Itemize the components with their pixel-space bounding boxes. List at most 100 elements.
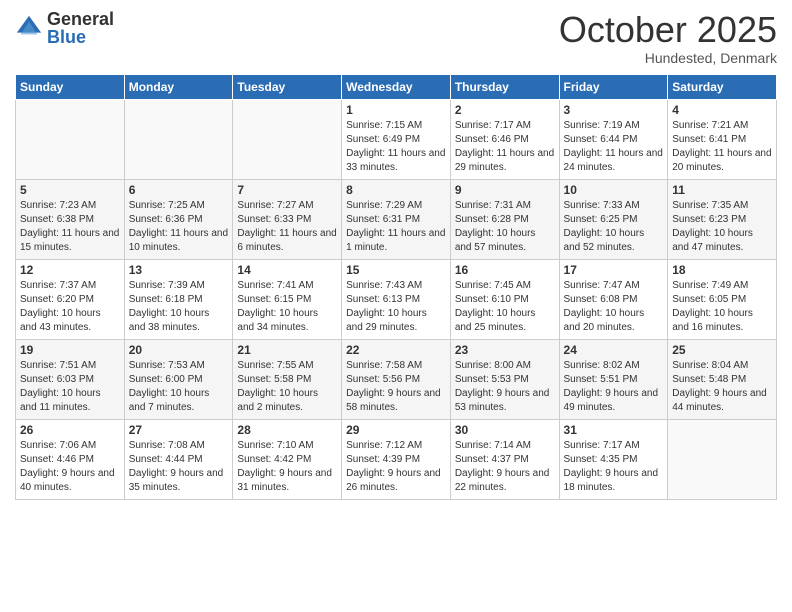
day-number: 3 [564,103,664,117]
header-thursday: Thursday [450,74,559,99]
day-number: 28 [237,423,337,437]
calendar-week-row: 12 Sunrise: 7:37 AMSunset: 6:20 PMDayligh… [16,259,777,339]
header-friday: Friday [559,74,668,99]
location-subtitle: Hundested, Denmark [559,50,777,66]
day-info: Sunrise: 7:17 AMSunset: 4:35 PMDaylight:… [564,439,664,495]
calendar-cell: 23Sunrise: 8:00 AMSunset: 5:53 PMDayligh… [450,339,559,419]
day-number: 11 [672,183,772,197]
weekday-header-row: Sunday Monday Tuesday Wednesday Thursday… [16,74,777,99]
day-info: Sunrise: 7:27 AMSunset: 6:33 PMDaylight:… [237,199,337,255]
calendar-cell: 26Sunrise: 7:06 AMSunset: 4:46 PMDayligh… [16,419,125,499]
calendar-cell: 29 Sunrise: 7:12 AMSunset: 4:39 PMDayligh… [342,419,451,499]
calendar-cell [233,99,342,179]
day-info: Sunrise: 8:04 AMSunset: 5:48 PMDaylight:… [672,359,772,415]
calendar-cell: 16Sunrise: 7:45 AMSunset: 6:10 PMDayligh… [450,259,559,339]
day-info: Sunrise: 7:39 AMSunset: 6:18 PMDaylight:… [129,279,229,335]
day-number: 30 [455,423,555,437]
day-info: Sunrise: 7:23 AMSunset: 6:38 PMDaylight:… [20,199,120,255]
day-info: Sunrise: 7:08 AMSunset: 4:44 PMDaylight:… [129,439,229,495]
calendar-cell: 22 Sunrise: 7:58 AMSunset: 5:56 PMDayligh… [342,339,451,419]
day-info: Sunrise: 8:00 AMSunset: 5:53 PMDaylight:… [455,359,555,415]
calendar-cell [668,419,777,499]
header-sunday: Sunday [16,74,125,99]
day-info: Sunrise: 7:51 AMSunset: 6:03 PMDaylight:… [20,359,120,415]
calendar-cell: 5Sunrise: 7:23 AMSunset: 6:38 PMDaylight… [16,179,125,259]
calendar-cell: 25 Sunrise: 8:04 AMSunset: 5:48 PMDayligh… [668,339,777,419]
month-title: October 2025 [559,10,777,50]
day-info: Sunrise: 7:47 AMSunset: 6:08 PMDaylight:… [564,279,664,335]
calendar-cell: 19 Sunrise: 7:51 AMSunset: 6:03 PMDayligh… [16,339,125,419]
logo-icon [15,14,43,42]
day-number: 29 [346,423,446,437]
calendar-cell: 11 Sunrise: 7:35 AMSunset: 6:23 PMDayligh… [668,179,777,259]
day-number: 20 [129,343,229,357]
calendar-table: Sunday Monday Tuesday Wednesday Thursday… [15,74,777,500]
day-info: Sunrise: 7:31 AMSunset: 6:28 PMDaylight:… [455,199,555,255]
calendar-cell: 9Sunrise: 7:31 AMSunset: 6:28 PMDaylight… [450,179,559,259]
calendar-cell: 21 Sunrise: 7:55 AMSunset: 5:58 PMDayligh… [233,339,342,419]
day-info: Sunrise: 7:29 AMSunset: 6:31 PMDaylight:… [346,199,446,255]
calendar-cell: 3Sunrise: 7:19 AMSunset: 6:44 PMDaylight… [559,99,668,179]
calendar-cell: 7 Sunrise: 7:27 AMSunset: 6:33 PMDaylight… [233,179,342,259]
day-info: Sunrise: 7:55 AMSunset: 5:58 PMDaylight:… [237,359,337,415]
day-number: 8 [346,183,446,197]
day-number: 17 [564,263,664,277]
logo-blue-text: Blue [47,28,114,46]
calendar-cell [16,99,125,179]
day-number: 1 [346,103,446,117]
calendar-cell: 30 Sunrise: 7:14 AMSunset: 4:37 PMDayligh… [450,419,559,499]
day-number: 15 [346,263,446,277]
day-info: Sunrise: 7:41 AMSunset: 6:15 PMDaylight:… [237,279,337,335]
day-info: Sunrise: 7:58 AMSunset: 5:56 PMDaylight:… [346,359,446,415]
day-number: 7 [237,183,337,197]
day-number: 24 [564,343,664,357]
day-info: Sunrise: 7:37 AMSunset: 6:20 PMDaylight:… [20,279,120,335]
day-number: 21 [237,343,337,357]
header-saturday: Saturday [668,74,777,99]
day-info: Sunrise: 7:49 AMSunset: 6:05 PMDaylight:… [672,279,772,335]
day-number: 14 [237,263,337,277]
day-info: Sunrise: 7:10 AMSunset: 4:42 PMDaylight:… [237,439,337,495]
day-info: Sunrise: 7:35 AMSunset: 6:23 PMDaylight:… [672,199,772,255]
calendar-cell: 12 Sunrise: 7:37 AMSunset: 6:20 PMDayligh… [16,259,125,339]
day-info: Sunrise: 7:45 AMSunset: 6:10 PMDaylight:… [455,279,555,335]
day-info: Sunrise: 7:43 AMSunset: 6:13 PMDaylight:… [346,279,446,335]
calendar-cell: 24Sunrise: 8:02 AMSunset: 5:51 PMDayligh… [559,339,668,419]
header-monday: Monday [124,74,233,99]
day-number: 22 [346,343,446,357]
header-wednesday: Wednesday [342,74,451,99]
calendar-week-row: 26Sunrise: 7:06 AMSunset: 4:46 PMDayligh… [16,419,777,499]
header: General Blue October 2025 Hundested, Den… [15,10,777,66]
day-info: Sunrise: 7:25 AMSunset: 6:36 PMDaylight:… [129,199,229,255]
day-number: 12 [20,263,120,277]
day-info: Sunrise: 7:06 AMSunset: 4:46 PMDaylight:… [20,439,120,495]
day-info: Sunrise: 7:14 AMSunset: 4:37 PMDaylight:… [455,439,555,495]
calendar-page: General Blue October 2025 Hundested, Den… [0,0,792,612]
day-number: 19 [20,343,120,357]
day-number: 31 [564,423,664,437]
logo-text: General Blue [47,10,114,46]
day-number: 2 [455,103,555,117]
calendar-cell: 20Sunrise: 7:53 AMSunset: 6:00 PMDayligh… [124,339,233,419]
day-info: Sunrise: 7:12 AMSunset: 4:39 PMDaylight:… [346,439,446,495]
calendar-cell: 17 Sunrise: 7:47 AMSunset: 6:08 PMDayligh… [559,259,668,339]
calendar-cell: 15 Sunrise: 7:43 AMSunset: 6:13 PMDayligh… [342,259,451,339]
day-number: 6 [129,183,229,197]
day-number: 18 [672,263,772,277]
day-number: 13 [129,263,229,277]
calendar-cell: 28 Sunrise: 7:10 AMSunset: 4:42 PMDayligh… [233,419,342,499]
calendar-cell: 10Sunrise: 7:33 AMSunset: 6:25 PMDayligh… [559,179,668,259]
calendar-week-row: 5Sunrise: 7:23 AMSunset: 6:38 PMDaylight… [16,179,777,259]
calendar-cell: 14 Sunrise: 7:41 AMSunset: 6:15 PMDayligh… [233,259,342,339]
logo: General Blue [15,10,114,46]
calendar-cell: 1 Sunrise: 7:15 AMSunset: 6:49 PMDaylight… [342,99,451,179]
day-number: 27 [129,423,229,437]
day-number: 25 [672,343,772,357]
day-info: Sunrise: 7:15 AMSunset: 6:49 PMDaylight:… [346,119,446,175]
day-info: Sunrise: 7:21 AMSunset: 6:41 PMDaylight:… [672,119,772,175]
calendar-cell: 31 Sunrise: 7:17 AMSunset: 4:35 PMDayligh… [559,419,668,499]
calendar-cell [124,99,233,179]
calendar-week-row: 1 Sunrise: 7:15 AMSunset: 6:49 PMDaylight… [16,99,777,179]
calendar-cell: 2Sunrise: 7:17 AMSunset: 6:46 PMDaylight… [450,99,559,179]
day-info: Sunrise: 7:33 AMSunset: 6:25 PMDaylight:… [564,199,664,255]
